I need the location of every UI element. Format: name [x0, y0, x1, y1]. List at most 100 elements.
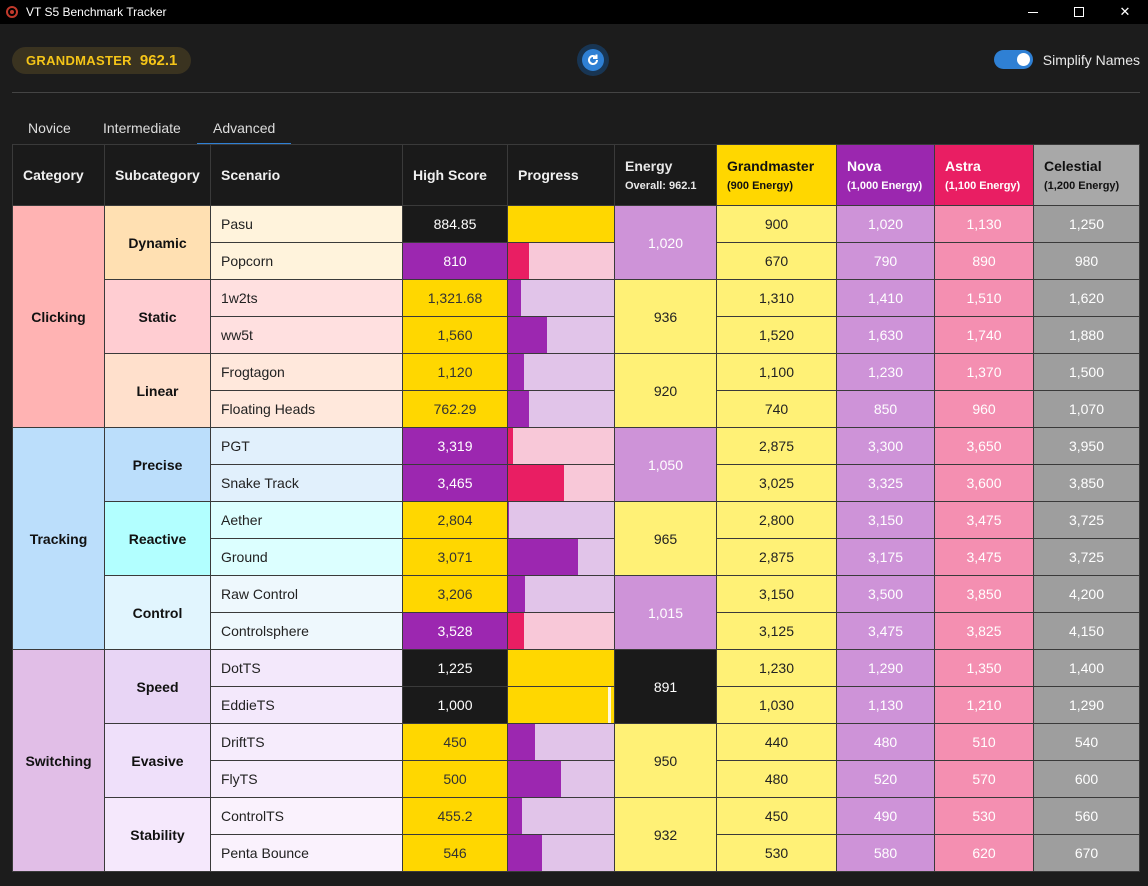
- window-title: VT S5 Benchmark Tracker: [26, 5, 167, 19]
- refresh-button[interactable]: [577, 44, 609, 76]
- scenario-cell[interactable]: FlyTS: [210, 760, 403, 798]
- progress-track: [508, 798, 614, 834]
- scenario-cell[interactable]: Snake Track: [210, 464, 403, 502]
- tab-novice[interactable]: Novice: [28, 120, 71, 136]
- scenario-cell[interactable]: Penta Bounce: [210, 834, 403, 872]
- progress-cell: [507, 686, 615, 724]
- header-grandmaster: Grandmaster (900 Energy): [716, 144, 837, 206]
- progress-track: [508, 761, 614, 797]
- table-row[interactable]: Linear Frogtagon 1,120 920 1,100 1,230 1,370 1,…: [13, 353, 1140, 428]
- celestial-threshold: 3,950: [1033, 427, 1140, 465]
- astra-threshold: 1,510: [934, 279, 1034, 317]
- table-body: Clicking Dynamic Pasu 884.85 1,020 900 1,020 1,…: [12, 205, 1140, 872]
- nova-threshold: 580: [836, 834, 935, 872]
- divider: [12, 92, 1140, 93]
- grandmaster-threshold: 1,310: [716, 279, 837, 317]
- progress-cell: [507, 316, 615, 354]
- astra-threshold: 3,600: [934, 464, 1034, 502]
- astra-threshold: 1,130: [934, 205, 1034, 243]
- tab-intermediate[interactable]: Intermediate: [103, 120, 181, 136]
- grandmaster-threshold: 1,030: [716, 686, 837, 724]
- progress-fill: [508, 280, 521, 316]
- progress-fill: [508, 243, 530, 279]
- nova-threshold: 490: [836, 797, 935, 835]
- scenario-cell[interactable]: Aether: [210, 501, 403, 539]
- progress-cell: [507, 834, 615, 872]
- scenario-cell[interactable]: Popcorn: [210, 242, 403, 280]
- scenario-cell[interactable]: ww5t: [210, 316, 403, 354]
- progress-cell: [507, 205, 615, 243]
- tab-advanced[interactable]: Advanced: [213, 120, 275, 136]
- progress-fill: [508, 687, 611, 723]
- scenario-cell[interactable]: ControlTS: [210, 797, 403, 835]
- nova-title: Nova: [847, 158, 882, 174]
- grandmaster-threshold: 480: [716, 760, 837, 798]
- table-header-row: Category Subcategory Scenario High Score…: [12, 144, 1140, 206]
- energy-cell: 965: [614, 501, 717, 576]
- high-score-cell: 762.29: [402, 390, 508, 428]
- simplify-names-toggle[interactable]: Simplify Names: [993, 50, 1140, 69]
- minimize-button[interactable]: [1010, 0, 1056, 24]
- scenario-cell[interactable]: Pasu: [210, 205, 403, 243]
- minimize-icon: [1028, 11, 1038, 13]
- progress-fill: [508, 576, 525, 612]
- astra-threshold: 1,740: [934, 316, 1034, 354]
- scenario-cell[interactable]: PGT: [210, 427, 403, 465]
- nova-threshold: 1,230: [836, 353, 935, 391]
- category-cell: Tracking: [12, 427, 105, 650]
- gm-title: Grandmaster: [727, 158, 815, 174]
- energy-cell: 920: [614, 353, 717, 428]
- table-row[interactable]: Static 1w2ts 1,321.68 936 1,310 1,410 1,510 1,6…: [13, 279, 1140, 354]
- nova-threshold: 3,150: [836, 501, 935, 539]
- maximize-button[interactable]: [1056, 0, 1102, 24]
- progress-fill: [508, 724, 535, 760]
- scenario-cell[interactable]: Frogtagon: [210, 353, 403, 391]
- close-button[interactable]: ✕: [1102, 0, 1148, 24]
- header: GRANDMASTER 962.1 Simplify Names: [0, 24, 1148, 94]
- nova-threshold: 3,475: [836, 612, 935, 650]
- astra-threshold: 1,350: [934, 649, 1034, 687]
- toggle-switch[interactable]: [993, 50, 1033, 69]
- astra-threshold: 890: [934, 242, 1034, 280]
- scenario-cell[interactable]: Controlsphere: [210, 612, 403, 650]
- table-row[interactable]: Clicking Dynamic Pasu 884.85 1,020 900 1,020 1,…: [12, 205, 1140, 428]
- subcategory-cell: Linear: [104, 353, 211, 428]
- celestial-threshold: 3,725: [1033, 501, 1140, 539]
- grandmaster-threshold: 3,125: [716, 612, 837, 650]
- astra-threshold: 960: [934, 390, 1034, 428]
- energy-cell: 936: [614, 279, 717, 354]
- benchmark-table-container: Category Subcategory Scenario High Score…: [12, 144, 1140, 872]
- scenario-cell[interactable]: EddieTS: [210, 686, 403, 724]
- scenario-cell[interactable]: DriftTS: [210, 723, 403, 761]
- table-row[interactable]: Evasive DriftTS 450 950 440 480 510 540: [13, 723, 1140, 798]
- grandmaster-threshold: 2,875: [716, 538, 837, 576]
- celestial-threshold: 1,290: [1033, 686, 1140, 724]
- table-row[interactable]: Tracking Precise PGT 3,319 1,050 2,875 3,300 3,…: [12, 427, 1140, 650]
- high-score-cell: 500: [402, 760, 508, 798]
- table-row[interactable]: Control Raw Control 3,206 1,015 3,150 3,500 3,…: [13, 575, 1140, 650]
- progress-cell: [507, 612, 615, 650]
- header-astra: Astra (1,100 Energy): [934, 144, 1034, 206]
- scenario-cell[interactable]: Floating Heads: [210, 390, 403, 428]
- benchmark-table: Category Subcategory Scenario High Score…: [12, 144, 1140, 872]
- scenario-cell[interactable]: DotTS: [210, 649, 403, 687]
- scenario-cell[interactable]: 1w2ts: [210, 279, 403, 317]
- high-score-cell: 3,206: [402, 575, 508, 613]
- app-logo-icon: [6, 6, 18, 18]
- rank-score: 962.1: [139, 52, 178, 69]
- table-row[interactable]: Reactive Aether 2,804 965 2,800 3,150 3,475 3,7…: [13, 501, 1140, 576]
- table-row[interactable]: Switching Speed DotTS 1,225 891 1,230 1,290 1,3…: [12, 649, 1140, 872]
- high-score-cell: 546: [402, 834, 508, 872]
- refresh-icon: [582, 49, 604, 71]
- table-row[interactable]: Stability ControlTS 455.2 932 450 490 530 560: [13, 797, 1140, 872]
- scenario-cell[interactable]: Raw Control: [210, 575, 403, 613]
- progress-cell: [507, 760, 615, 798]
- toggle-label: Simplify Names: [1042, 51, 1140, 68]
- celestial-threshold: 1,500: [1033, 353, 1140, 391]
- progress-track: [508, 243, 614, 279]
- grandmaster-threshold: 900: [716, 205, 837, 243]
- nova-threshold: 480: [836, 723, 935, 761]
- scenario-cell[interactable]: Ground: [210, 538, 403, 576]
- progress-track: [508, 650, 614, 686]
- energy-title: Energy: [625, 158, 673, 174]
